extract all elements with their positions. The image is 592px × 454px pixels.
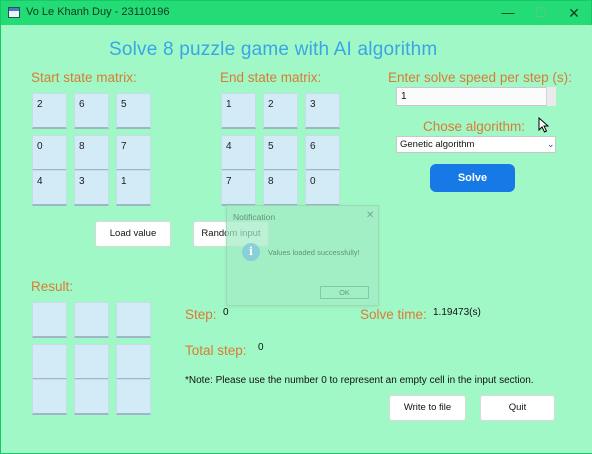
start-cell[interactable]: 0	[32, 135, 67, 171]
end-cell[interactable]: 1	[221, 93, 256, 129]
start-cell[interactable]: 5	[116, 93, 151, 129]
write-to-file-button[interactable]: Write to file	[389, 395, 466, 421]
result-cell	[74, 302, 109, 338]
dialog-close-button[interactable]: ✕	[366, 210, 374, 221]
speed-label: Enter solve speed per step (s):	[388, 70, 572, 85]
result-cell	[74, 344, 109, 380]
dialog-title: Notification	[233, 212, 276, 222]
window-title: Vo Le Khanh Duy - 23110196	[26, 6, 170, 18]
start-cell[interactable]: 4	[32, 170, 67, 206]
result-cell	[116, 344, 151, 380]
start-cell[interactable]: 3	[74, 170, 109, 206]
end-cell[interactable]: 8	[263, 170, 298, 206]
speed-spinner[interactable]	[546, 87, 556, 106]
end-cell[interactable]: 7	[221, 170, 256, 206]
dialog-message: Values loaded successfully!	[268, 248, 360, 257]
start-cell[interactable]: 8	[74, 135, 109, 171]
solve-button[interactable]: Solve	[430, 164, 515, 192]
result-label: Result:	[31, 279, 74, 294]
app-icon	[8, 7, 20, 18]
page-title: Solve 8 puzzle game with AI algorithm	[109, 39, 438, 60]
end-cell[interactable]: 0	[305, 170, 340, 206]
info-icon: i	[242, 243, 260, 261]
start-cell[interactable]: 6	[74, 93, 109, 129]
result-cell	[74, 379, 109, 415]
notification-dialog: Notification ✕ i Values loaded successfu…	[226, 205, 379, 306]
maximize-button[interactable]: ☐	[527, 4, 555, 22]
minimize-button[interactable]: —	[494, 4, 522, 22]
load-value-button[interactable]: Load value	[95, 221, 171, 247]
result-cell	[116, 302, 151, 338]
speed-input[interactable]: 1	[396, 87, 556, 106]
solve-time-value: 1.19473(s)	[433, 307, 481, 318]
algorithm-label: Chose algorithm:	[423, 119, 526, 134]
mouse-cursor-icon	[538, 117, 549, 133]
end-cell[interactable]: 6	[305, 135, 340, 171]
chevron-down-icon[interactable]: ⌄	[547, 139, 555, 150]
step-label: Step:	[185, 307, 217, 322]
start-cell[interactable]: 2	[32, 93, 67, 129]
total-step-label: Total step:	[185, 343, 247, 358]
dialog-ok-button[interactable]: OK	[320, 286, 369, 299]
algorithm-select[interactable]: Genetic algorithm	[396, 136, 556, 153]
quit-button[interactable]: Quit	[480, 395, 555, 421]
total-step-value: 0	[258, 342, 264, 353]
main-content: Solve 8 puzzle game with AI algorithm St…	[2, 25, 592, 453]
end-cell[interactable]: 2	[263, 93, 298, 129]
end-cell[interactable]: 4	[221, 135, 256, 171]
app-window: Vo Le Khanh Duy - 23110196 — ☐ ✕ Solve 8…	[0, 0, 592, 454]
result-cell	[32, 379, 67, 415]
close-button[interactable]: ✕	[560, 4, 588, 22]
start-state-label: Start state matrix:	[31, 70, 137, 85]
solve-time-label: Solve time:	[360, 307, 427, 322]
result-cell	[116, 379, 151, 415]
end-cell[interactable]: 5	[263, 135, 298, 171]
start-cell[interactable]: 1	[116, 170, 151, 206]
start-cell[interactable]: 7	[116, 135, 151, 171]
end-cell[interactable]: 3	[305, 93, 340, 129]
step-value: 0	[223, 307, 229, 318]
input-note: *Note: Please use the number 0 to repres…	[185, 375, 534, 386]
result-cell	[32, 302, 67, 338]
result-cell	[32, 344, 67, 380]
end-state-label: End state matrix:	[220, 70, 322, 85]
title-bar[interactable]: Vo Le Khanh Duy - 23110196 — ☐ ✕	[1, 1, 591, 25]
